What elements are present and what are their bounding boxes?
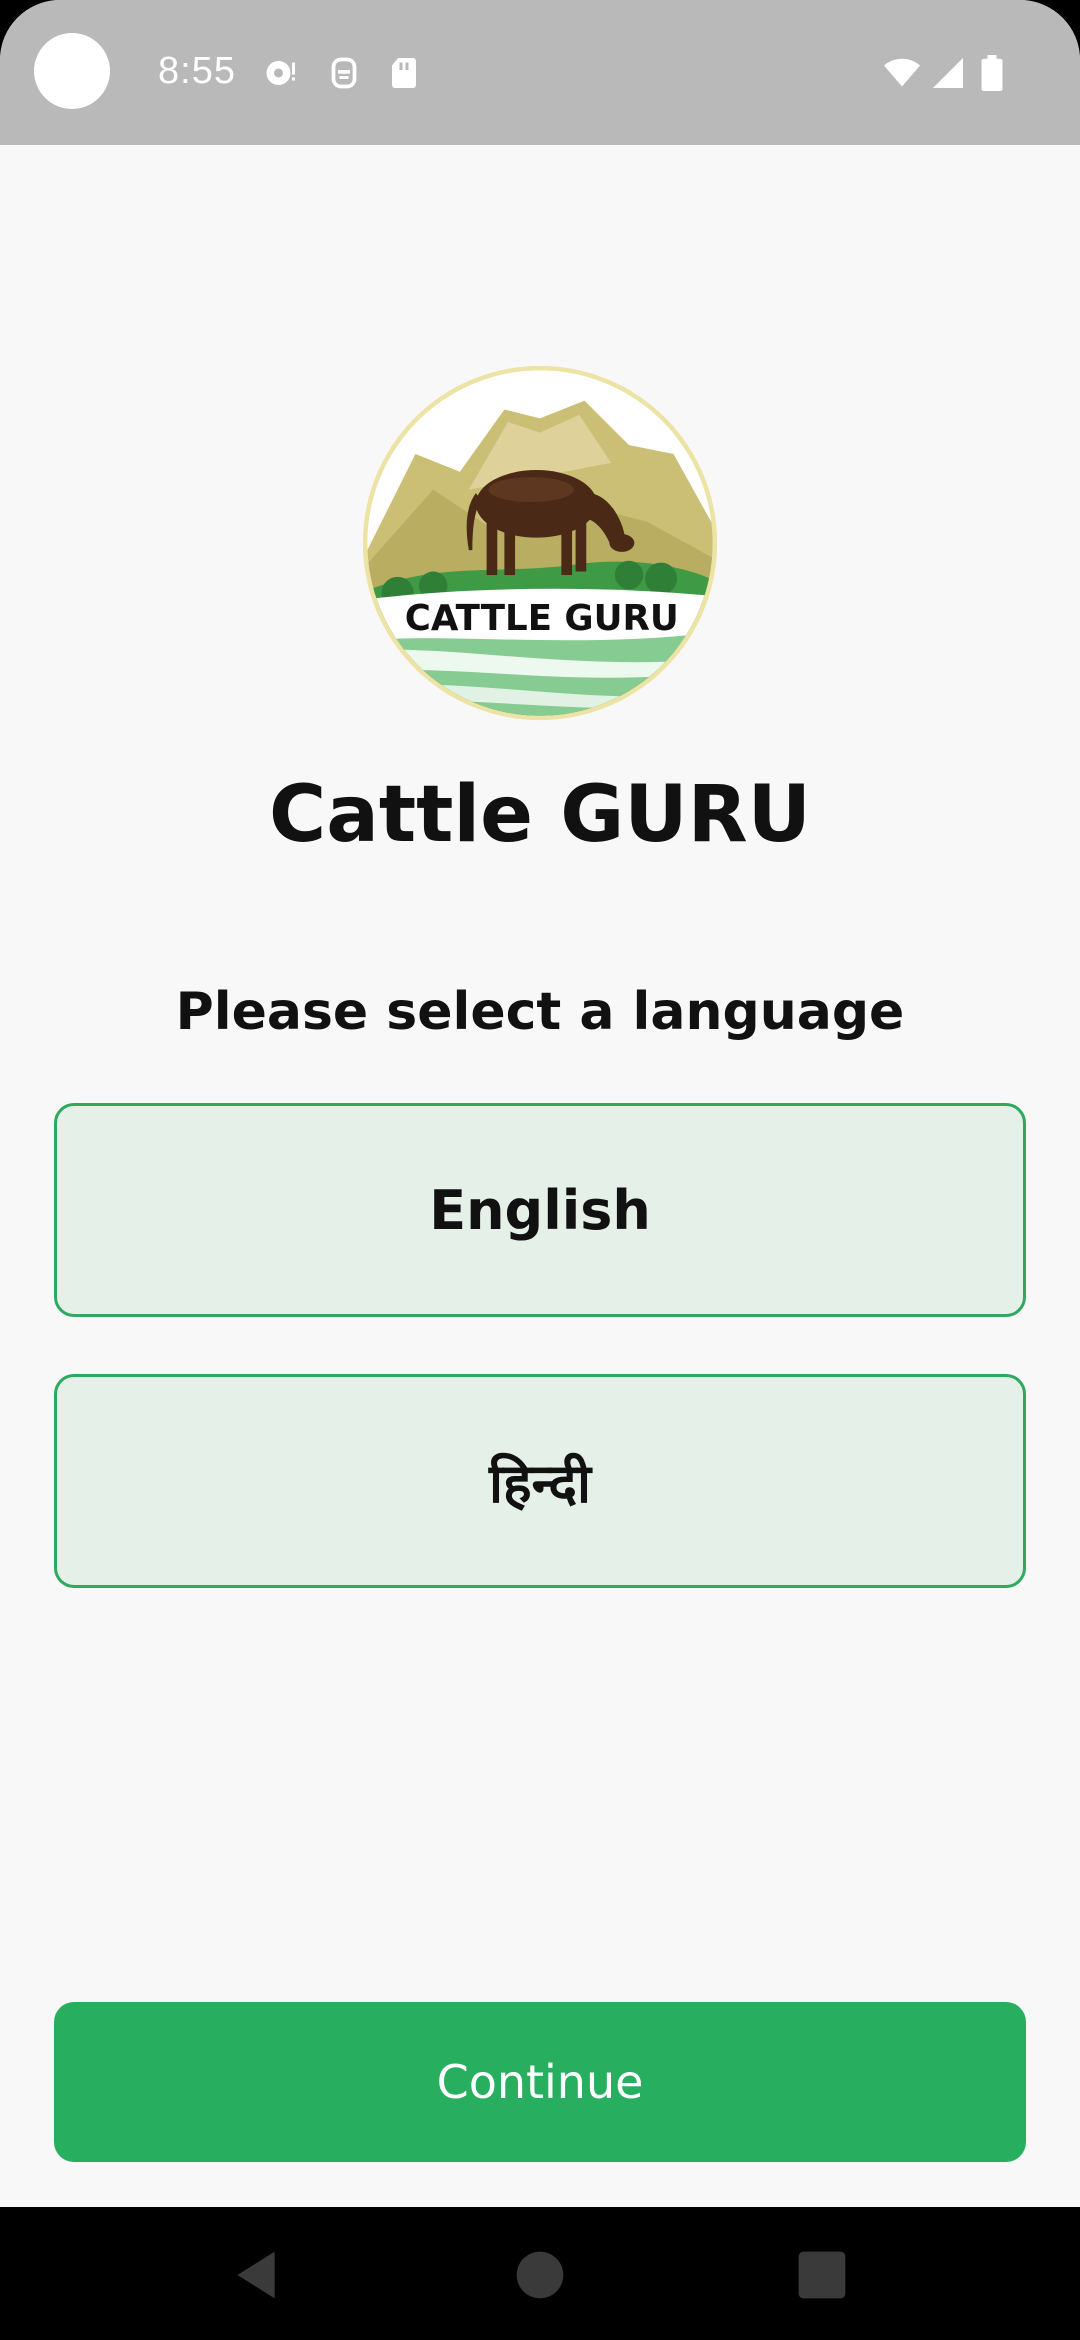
- continue-button[interactable]: Continue: [54, 2002, 1026, 2162]
- language-option-hindi[interactable]: हिन्दी: [54, 1374, 1026, 1588]
- navigation-bar: [0, 2207, 1080, 2340]
- camera-cutout: [34, 33, 110, 109]
- continue-button-label: Continue: [436, 2055, 644, 2109]
- signal-icon: [928, 55, 968, 91]
- sd-card-icon: [386, 55, 422, 91]
- status-bar: 8:55: [0, 0, 1080, 145]
- cloud-sync-icon: [262, 55, 298, 91]
- status-time: 8:55: [158, 50, 236, 92]
- robot-icon: [326, 55, 362, 91]
- logo-text: CATTLE GURU: [405, 598, 679, 639]
- battery-icon: [978, 55, 1006, 91]
- app-title: Cattle GURU: [268, 770, 811, 860]
- language-prompt: Please select a language: [175, 982, 905, 1042]
- language-option-english[interactable]: English: [54, 1103, 1026, 1317]
- wifi-icon: [882, 55, 922, 91]
- cattle-guru-logo: CATTLE GURU: [362, 365, 718, 721]
- app-screen: 8:55 CATTLE GURU Cattle GURU Please sele…: [0, 0, 1080, 2340]
- home-icon[interactable]: [512, 2247, 568, 2303]
- recents-icon[interactable]: [794, 2247, 850, 2303]
- language-option-label: English: [429, 1178, 651, 1242]
- language-option-label: हिन्दी: [488, 1452, 591, 1515]
- back-icon[interactable]: [228, 2247, 284, 2303]
